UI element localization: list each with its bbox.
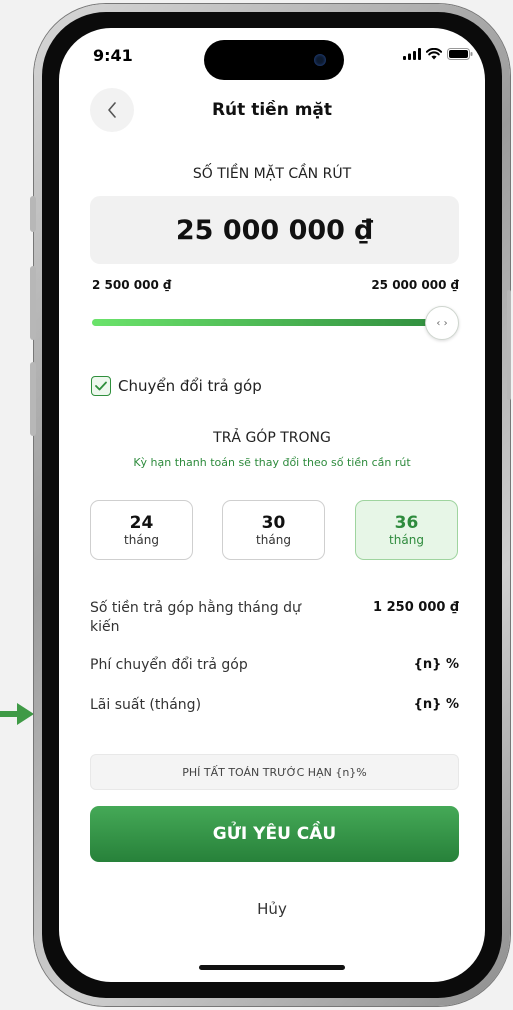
conversion-fee-label: Phí chuyển đổi trả góp — [90, 657, 248, 673]
amount-slider-track[interactable] — [92, 319, 452, 326]
conversion-fee-value: {n} % — [413, 657, 459, 672]
cancel-button[interactable]: Hủy — [59, 900, 485, 918]
installment-section-title: TRẢ GÓP TRONG — [213, 430, 331, 446]
wifi-icon — [426, 48, 442, 60]
amount-slider-thumb[interactable]: ‹ › — [425, 306, 459, 340]
signal-icon — [403, 48, 421, 60]
monthly-payment-label: Số tiền trả góp hằng tháng dự kiến — [90, 600, 301, 635]
term-number: 24 — [129, 513, 154, 533]
interest-rate-value: {n} % — [413, 697, 459, 712]
max-amount-label: 25 000 000 ₫ — [371, 278, 459, 292]
prepayment-fee-text: PHÍ TẤT TOÁN TRƯỚC HẠN {n}% — [182, 765, 367, 779]
right-arrow-icon — [0, 703, 34, 725]
phone-side-button — [30, 266, 36, 340]
amount-value: 25 000 000 ₫ — [175, 214, 374, 246]
battery-icon — [447, 48, 473, 60]
term-option-30[interactable]: 30 tháng — [222, 500, 325, 560]
amount-label: SỐ TIỀN MẶT CẦN RÚT — [192, 166, 352, 182]
term-unit: tháng — [389, 533, 424, 547]
status-time: 9:41 — [93, 46, 133, 65]
amount-field[interactable]: 25 000 000 ₫ — [90, 196, 459, 264]
slider-arrows-icon: ‹ › — [436, 317, 448, 329]
term-option-24[interactable]: 24 tháng — [90, 500, 193, 560]
interest-rate-label: Lãi suất (tháng) — [90, 697, 202, 713]
checkmark-icon — [95, 381, 107, 391]
phone-side-button — [30, 362, 36, 436]
installment-checkbox[interactable] — [91, 376, 111, 396]
amount-slider-fill — [92, 319, 452, 326]
phone-side-button — [30, 196, 36, 232]
term-option-36[interactable]: 36 tháng — [355, 500, 458, 560]
phone-power-button — [507, 290, 511, 400]
installment-checkbox-label: Chuyển đổi trả góp — [118, 377, 262, 395]
term-number: 30 — [261, 513, 286, 533]
min-amount-label: 2 500 000 ₫ — [92, 278, 172, 292]
monthly-payment-value: 1 250 000 ₫ — [373, 600, 459, 615]
home-indicator — [199, 965, 345, 970]
term-unit: tháng — [124, 533, 159, 547]
phone-screen: 9:41 Rút tiền mặt SỐ TIỀN MẶT CẦN RÚT 25… — [59, 28, 485, 982]
page-title: Rút tiền mặt — [211, 100, 333, 120]
prepayment-fee-box: PHÍ TẤT TOÁN TRƯỚC HẠN {n}% — [90, 754, 459, 790]
camera-icon — [314, 54, 326, 66]
status-icons — [403, 48, 473, 60]
submit-request-button[interactable]: GỬI YÊU CẦU — [90, 806, 459, 862]
term-unit: tháng — [256, 533, 291, 547]
installment-note: Kỳ hạn thanh toán sẽ thay đổi theo số ti… — [133, 456, 411, 469]
installment-checkbox-row[interactable]: Chuyển đổi trả góp — [91, 376, 262, 396]
term-number: 36 — [394, 513, 419, 533]
submit-label: GỬI YÊU CẦU — [212, 824, 337, 844]
dynamic-island — [204, 40, 344, 80]
